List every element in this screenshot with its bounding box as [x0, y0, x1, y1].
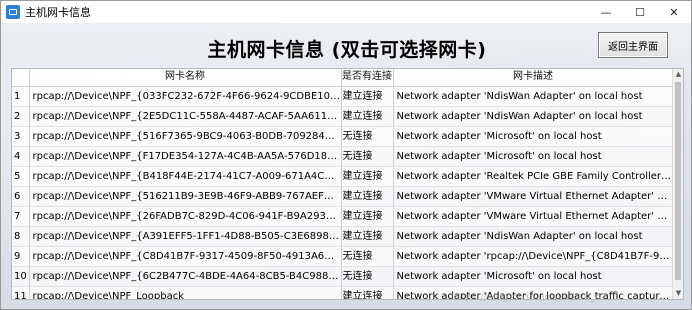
- adapter-description-cell[interactable]: Network adapter 'Microsoft' on local hos…: [393, 126, 674, 147]
- title-bar[interactable]: 主机网卡信息 — ☐ ✕: [1, 1, 691, 23]
- table-header-row: 网卡名称 是否有连接 网卡描述: [12, 69, 674, 87]
- adapter-description-cell[interactable]: Network adapter 'NdisWan Adapter' on loc…: [393, 226, 674, 247]
- adapter-name-cell[interactable]: rpcap://\Device\NPF_{B418F44E-2174-41C7-…: [29, 166, 342, 187]
- adapter-name-cell[interactable]: rpcap://\Device\NPF_{516211B9-3E9B-46F9-…: [29, 186, 342, 207]
- table-row[interactable]: 3 rpcap://\Device\NPF_{516F7365-9BC9-406…: [12, 126, 674, 147]
- adapter-name-cell[interactable]: rpcap://\Device\NPF_{516F7365-9BC9-4063-…: [29, 126, 342, 147]
- connection-status-cell[interactable]: 建立连接: [341, 286, 394, 299]
- connection-status-cell[interactable]: 无连接: [341, 246, 394, 267]
- table-row[interactable]: 10 rpcap://\Device\NPF_{6C2B477C-4BDE-4A…: [12, 266, 674, 287]
- adapter-name-cell[interactable]: rpcap://\Device\NPF_{A391EFF5-1FF1-4D88-…: [29, 226, 342, 247]
- connection-status-cell[interactable]: 无连接: [341, 126, 394, 147]
- column-header-connection-status[interactable]: 是否有连接: [341, 69, 394, 87]
- adapter-name-cell[interactable]: rpcap://\Device\NPF_{033FC232-672F-4F66-…: [29, 86, 342, 107]
- watermark-text: https://blog.csdn.net/weixin_4...: [451, 292, 612, 303]
- row-index: 6: [12, 186, 30, 207]
- table-row[interactable]: 7 rpcap://\Device\NPF_{26FADB7C-829D-4C0…: [12, 206, 674, 227]
- maximize-button[interactable]: ☐: [623, 1, 657, 23]
- scroll-down-arrow-icon[interactable]: ▼: [673, 288, 683, 299]
- row-index: 8: [12, 226, 30, 247]
- connection-status-cell[interactable]: 无连接: [341, 266, 394, 287]
- row-index: 3: [12, 126, 30, 147]
- scrollbar-thumb[interactable]: [675, 82, 681, 280]
- connection-status-cell[interactable]: 建立连接: [341, 206, 394, 227]
- back-to-main-button[interactable]: 返回主界面: [598, 32, 668, 58]
- main-window: 主机网卡信息 — ☐ ✕ 主机网卡信息 (双击可选择网卡) 返回主界面 网卡名称…: [0, 0, 692, 310]
- row-index: 7: [12, 206, 30, 227]
- adapter-name-cell[interactable]: rpcap://\Device\NPF_Loopback: [29, 286, 342, 299]
- adapter-description-cell[interactable]: Network adapter 'Microsoft' on local hos…: [393, 146, 674, 167]
- row-index: 9: [12, 246, 30, 267]
- table-row[interactable]: 9 rpcap://\Device\NPF_{C8D41B7F-9317-450…: [12, 246, 674, 267]
- row-index-header[interactable]: [12, 69, 30, 87]
- row-index: 11: [12, 286, 30, 299]
- adapter-name-cell[interactable]: rpcap://\Device\NPF_{6C2B477C-4BDE-4A64-…: [29, 266, 342, 287]
- adapter-table[interactable]: 网卡名称 是否有连接 网卡描述 1 rpcap://\Device\NPF_{0…: [12, 69, 674, 299]
- adapter-description-cell[interactable]: Network adapter 'VMware Virtual Ethernet…: [393, 186, 674, 207]
- adapter-description-cell[interactable]: Network adapter 'rpcap://\Device\NPF_{C8…: [393, 246, 674, 267]
- adapter-name-cell[interactable]: rpcap://\Device\NPF_{C8D41B7F-9317-4509-…: [29, 246, 342, 267]
- row-index: 4: [12, 146, 30, 167]
- row-index: 10: [12, 266, 30, 287]
- network-card-app-icon: [6, 5, 20, 19]
- connection-status-cell[interactable]: 建立连接: [341, 106, 394, 127]
- connection-status-cell[interactable]: 建立连接: [341, 186, 394, 207]
- minimize-button[interactable]: —: [589, 1, 623, 23]
- connection-status-cell[interactable]: 建立连接: [341, 226, 394, 247]
- adapter-table-container[interactable]: 网卡名称 是否有连接 网卡描述 1 rpcap://\Device\NPF_{0…: [11, 68, 684, 300]
- adapter-description-cell[interactable]: Network adapter 'Microsoft' on local hos…: [393, 266, 674, 287]
- close-button[interactable]: ✕: [657, 1, 691, 23]
- table-row[interactable]: 2 rpcap://\Device\NPF_{2E5DC11C-558A-448…: [12, 106, 674, 127]
- table-row[interactable]: 1 rpcap://\Device\NPF_{033FC232-672F-4F6…: [12, 86, 674, 107]
- adapter-name-cell[interactable]: rpcap://\Device\NPF_{F17DE354-127A-4C4B-…: [29, 146, 342, 167]
- table-row[interactable]: 5 rpcap://\Device\NPF_{B418F44E-2174-41C…: [12, 166, 674, 187]
- window-title: 主机网卡信息: [25, 6, 91, 19]
- column-header-adapter-name[interactable]: 网卡名称: [29, 69, 342, 87]
- adapter-description-cell[interactable]: Network adapter 'VMware Virtual Ethernet…: [393, 206, 674, 227]
- adapter-name-cell[interactable]: rpcap://\Device\NPF_{26FADB7C-829D-4C06-…: [29, 206, 342, 227]
- connection-status-cell[interactable]: 建立连接: [341, 166, 394, 187]
- window-controls: — ☐ ✕: [589, 1, 691, 23]
- scroll-up-arrow-icon[interactable]: ▲: [673, 69, 683, 80]
- table-row[interactable]: 6 rpcap://\Device\NPF_{516211B9-3E9B-46F…: [12, 186, 674, 207]
- row-index: 1: [12, 86, 30, 107]
- table-row[interactable]: 8 rpcap://\Device\NPF_{A391EFF5-1FF1-4D8…: [12, 226, 674, 247]
- adapter-description-cell[interactable]: Network adapter 'Realtek PCIe GBE Family…: [393, 166, 674, 187]
- adapter-name-cell[interactable]: rpcap://\Device\NPF_{2E5DC11C-558A-4487-…: [29, 106, 342, 127]
- connection-status-cell[interactable]: 无连接: [341, 146, 394, 167]
- connection-status-cell[interactable]: 建立连接: [341, 86, 394, 107]
- table-row[interactable]: 4 rpcap://\Device\NPF_{F17DE354-127A-4C4…: [12, 146, 674, 167]
- column-header-adapter-description[interactable]: 网卡描述: [393, 69, 674, 87]
- adapter-description-cell[interactable]: Network adapter 'NdisWan Adapter' on loc…: [393, 106, 674, 127]
- page-heading: 主机网卡信息 (双击可选择网卡): [207, 39, 487, 61]
- row-index: 2: [12, 106, 30, 127]
- adapter-description-cell[interactable]: Network adapter 'NdisWan Adapter' on loc…: [393, 86, 674, 107]
- vertical-scrollbar[interactable]: ▲ ▼: [672, 69, 683, 299]
- row-index: 5: [12, 166, 30, 187]
